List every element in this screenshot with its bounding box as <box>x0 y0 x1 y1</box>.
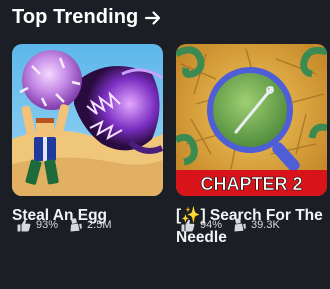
top-trending-header[interactable]: Top Trending <box>12 6 162 29</box>
steal-an-egg-thumbnail-art <box>12 44 163 196</box>
rating-value: 94% <box>200 219 223 231</box>
players-value: 2.5M <box>87 219 112 231</box>
players-stat: 39.3K <box>233 218 280 232</box>
search-for-the-needle-thumbnail-art: CHAPTER 2 <box>176 44 327 196</box>
game-card-steal-an-egg[interactable]: Steal An Egg <box>12 44 164 227</box>
players-value: 39.3K <box>251 219 280 231</box>
rating-stat: 93% <box>17 219 58 232</box>
section-title: Top Trending <box>12 6 139 28</box>
thumbs-up-icon <box>181 219 195 231</box>
rating-stat: 94% <box>181 219 222 232</box>
game-thumbnail[interactable] <box>12 44 163 196</box>
player-count-icon <box>234 218 246 232</box>
chapter-banner: CHAPTER 2 <box>200 174 302 194</box>
player-count-icon <box>70 218 82 232</box>
game-thumbnail[interactable]: CHAPTER 2 <box>176 44 327 196</box>
game-stats: 94% 39.3K <box>181 218 291 232</box>
players-stat: 2.5M <box>69 218 112 232</box>
game-stats: 93% 2.5M <box>17 218 123 232</box>
rating-value: 93% <box>36 219 59 231</box>
arrow-right-icon[interactable] <box>144 9 162 27</box>
thumbs-up-icon <box>17 219 31 231</box>
